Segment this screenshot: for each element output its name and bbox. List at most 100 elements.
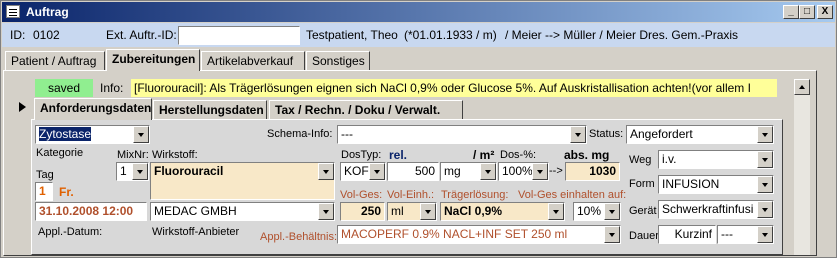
arrow-label: --> xyxy=(549,165,563,177)
weg-combo[interactable]: i.v. xyxy=(658,150,774,169)
subtab-label: Herstellungsdaten xyxy=(159,103,264,117)
status-label: Status: xyxy=(589,128,624,140)
chevron-down-icon[interactable] xyxy=(604,226,620,243)
chevron-down-icon[interactable] xyxy=(548,203,564,220)
tab-sonstiges[interactable]: Sonstiges xyxy=(306,51,370,71)
vol-ges-label: Vol-Ges: xyxy=(340,189,383,201)
vol-einhalten-combo[interactable]: 10% xyxy=(573,202,621,221)
vol-einhalten-value: 10% xyxy=(577,204,602,218)
subtab-anforderungsdaten[interactable]: Anforderungsdaten xyxy=(34,98,152,120)
minimize-button[interactable]: _ xyxy=(783,5,799,19)
auftrag-window: Auftrag _ □ X ID: 0102 Ext. Auftr.-ID: T… xyxy=(0,0,837,258)
tab-label: Zubereitungen xyxy=(112,52,196,66)
dauer-unit-value: --- xyxy=(721,227,733,241)
patient-birth: (*01.01.1933 / m) xyxy=(404,28,497,42)
tab-artikelabverkauf[interactable]: Artikelabverkauf xyxy=(201,51,305,71)
weg-value: i.v. xyxy=(662,152,677,166)
anbieter-label: Wirkstoff-Anbieter xyxy=(152,226,240,238)
vertical-scrollbar[interactable] xyxy=(794,79,810,255)
doctor-route: / Meier --> Müller / Meier Dres. Gem.-Pr… xyxy=(505,28,739,42)
chevron-down-icon[interactable] xyxy=(480,163,496,180)
status-value: Angefordert xyxy=(630,127,693,141)
tab-label: Artikelabverkauf xyxy=(207,54,294,68)
kategorie-combo[interactable]: Zytostase xyxy=(35,125,150,144)
tab-patient-auftrag[interactable]: Patient / Auftrag xyxy=(5,51,105,71)
appl-datum-input[interactable]: 31.10.2008 12:00 xyxy=(35,202,147,221)
status-combo[interactable]: Angefordert xyxy=(626,125,774,144)
anbieter-value: MEDAC GMBH xyxy=(154,204,237,218)
form-label: Form xyxy=(629,178,655,190)
chevron-down-icon[interactable] xyxy=(757,176,773,193)
chevron-down-icon[interactable] xyxy=(132,163,148,180)
geraet-combo[interactable]: Schwerkraftinfusi xyxy=(658,200,774,219)
vol-einhalten-label: Vol-Ges einhalten auf: xyxy=(518,189,627,201)
tag-weekday: Fr. xyxy=(59,185,74,199)
subtab-herstellungsdaten[interactable]: Herstellungsdaten xyxy=(153,100,267,120)
chevron-down-icon[interactable] xyxy=(133,126,149,143)
id-value: 0102 xyxy=(33,28,60,42)
appl-datum-label: Appl.-Datum: xyxy=(38,226,103,238)
chevron-down-icon[interactable] xyxy=(532,163,548,180)
tag-input[interactable]: 1 xyxy=(35,182,53,201)
dauer-input[interactable]: Kurzinf xyxy=(658,225,716,244)
saved-badge: saved xyxy=(35,79,93,97)
vol-ges-input[interactable]: 250 xyxy=(340,202,385,221)
abs-mg-value[interactable]: 1030 xyxy=(565,162,620,181)
unit-combo[interactable]: mg xyxy=(440,162,497,181)
geraet-label: Gerät xyxy=(629,205,657,217)
traegerloesung-label: Trägerlösung: xyxy=(441,189,509,201)
wirkstoff-value: Fluorouracil xyxy=(154,164,224,178)
ext-id-input[interactable] xyxy=(178,26,300,45)
mixnr-label: MixNr: xyxy=(117,149,149,161)
dos-pct-label: Dos-%: xyxy=(500,149,537,161)
subtab-tax-rechn[interactable]: Tax / Rechn. / Doku / Verwalt. xyxy=(269,100,463,120)
info-label: Info: xyxy=(100,81,124,95)
dostyp-combo[interactable]: KOF xyxy=(340,162,386,181)
chevron-down-icon[interactable] xyxy=(757,126,773,143)
subtab-label: Anforderungsdaten xyxy=(40,101,152,115)
chevron-down-icon[interactable] xyxy=(757,201,773,218)
id-label: ID: xyxy=(10,28,26,42)
title-bar[interactable]: Auftrag _ □ X xyxy=(2,2,835,22)
unit-value: mg xyxy=(444,164,461,178)
form-combo[interactable]: INFUSION xyxy=(658,175,774,194)
abs-mg-label: abs. mg xyxy=(564,148,610,162)
wirkstoff-label: Wirkstoff: xyxy=(152,149,198,161)
patient-name: Testpatient, Theo xyxy=(306,28,398,42)
vol-einh-combo[interactable]: ml xyxy=(387,202,437,221)
chevron-down-icon[interactable] xyxy=(318,203,334,220)
chevron-down-icon[interactable] xyxy=(570,126,586,143)
chevron-down-icon[interactable] xyxy=(604,203,620,220)
traeger-value: NaCl 0,9% xyxy=(444,204,503,218)
traegerloesung-combo[interactable]: NaCl 0,9% xyxy=(440,202,565,221)
chevron-down-icon[interactable] xyxy=(318,163,334,180)
dauer-label: Dauer xyxy=(629,230,659,242)
rel-label: rel. xyxy=(389,148,408,162)
scroll-up-button[interactable] xyxy=(794,79,810,95)
chevron-down-icon[interactable] xyxy=(757,226,773,243)
tag-label: Tag xyxy=(36,169,54,181)
schema-info-label: Schema-Info: xyxy=(267,128,333,140)
record-selector-icon[interactable] xyxy=(19,102,26,112)
ext-id-label: Ext. Auftr.-ID: xyxy=(106,28,177,42)
close-button[interactable]: X xyxy=(817,5,833,19)
wirkstoff-combo[interactable]: Fluorouracil xyxy=(150,162,335,200)
subtab-label: Tax / Rechn. / Doku / Verwalt. xyxy=(275,103,441,117)
behaeltnis-combo[interactable]: MACOPERF 0.9% NACL+INF SET 250 ml xyxy=(337,225,621,244)
kategorie-label: Kategorie xyxy=(36,147,84,159)
info-text: [Fluorouracil]: Als Trägerlösungen eigne… xyxy=(131,79,777,97)
weg-label: Weg xyxy=(629,154,652,166)
dauer-unit-combo[interactable]: --- xyxy=(717,225,774,244)
dos-pct-combo[interactable]: 100% xyxy=(498,162,549,181)
chevron-down-icon[interactable] xyxy=(420,203,436,220)
maximize-button[interactable]: □ xyxy=(799,5,815,19)
tab-label: Sonstiges xyxy=(312,54,365,68)
chevron-down-icon[interactable] xyxy=(369,163,385,180)
mixnr-combo[interactable]: 1 xyxy=(116,162,149,181)
form-icon xyxy=(6,5,20,18)
dose-rel-input[interactable]: 500 xyxy=(387,162,439,181)
chevron-down-icon[interactable] xyxy=(757,151,773,168)
anbieter-combo[interactable]: MEDAC GMBH xyxy=(150,202,335,221)
schema-info-combo[interactable]: --- xyxy=(337,125,587,144)
tab-zubereitungen[interactable]: Zubereitungen xyxy=(106,49,200,71)
